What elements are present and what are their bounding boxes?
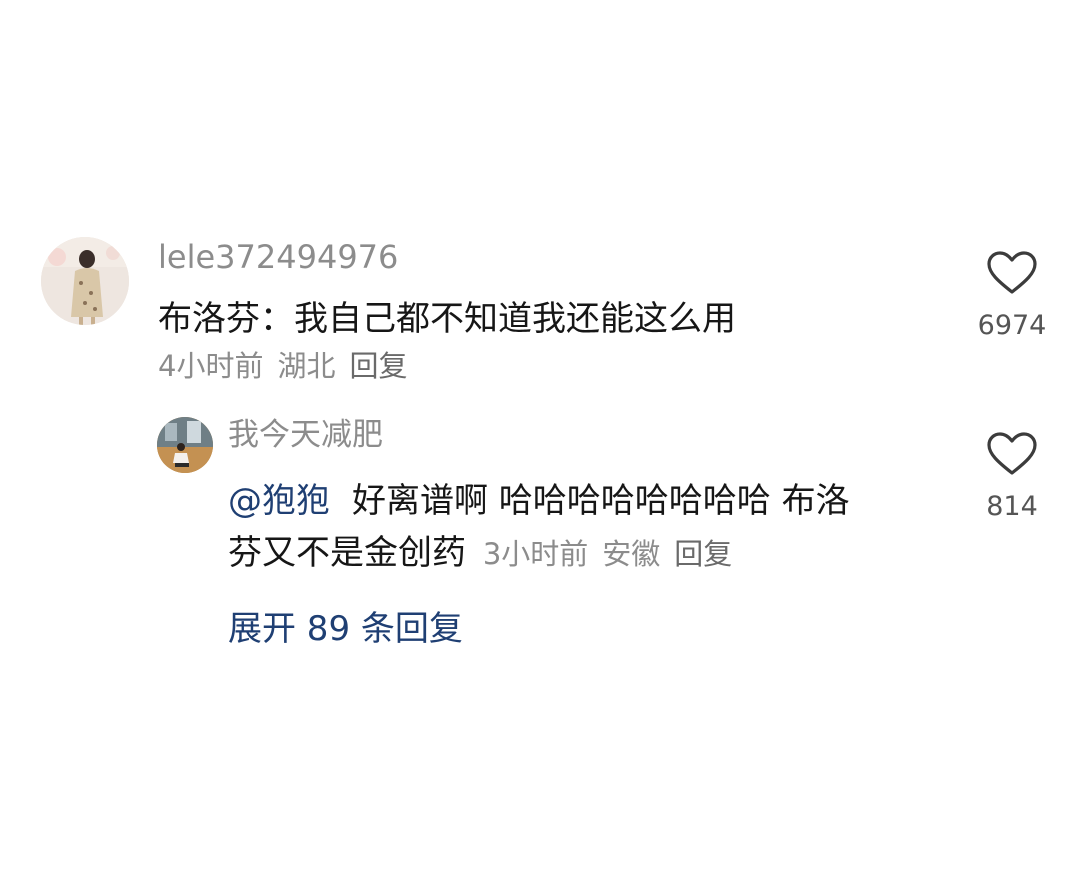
replier-avatar[interactable]	[157, 417, 213, 473]
reply-text-continued: 芬又不是金创药	[228, 533, 466, 573]
avatar-photo-icon	[157, 417, 213, 473]
commenter-username[interactable]: lele372494976	[158, 241, 398, 273]
replier-username[interactable]: 我今天减肥	[228, 420, 383, 451]
reply-meta: 3小时前 安徽 回复	[483, 537, 746, 571]
reply-location: 安徽	[602, 537, 661, 571]
reply-text-line1: @狍狍 好离谱啊 哈哈哈哈哈哈哈哈 布洛	[228, 476, 850, 526]
comment-location: 湖北	[277, 349, 336, 383]
reply-mention-link[interactable]: @狍狍	[228, 481, 330, 521]
comment-reply-button[interactable]: 回复	[349, 349, 407, 383]
reply-text-line2: 芬又不是金创药 3小时前 安徽 回复	[228, 528, 746, 578]
reply-reply-button[interactable]: 回复	[674, 537, 732, 571]
comment-text: 布洛芬：我自己都不知道我还能这么用	[158, 299, 736, 339]
reply-text: 好离谱啊 哈哈哈哈哈哈哈哈 布洛	[352, 481, 850, 521]
reply-like-button[interactable]	[986, 431, 1038, 477]
heart-outline-icon	[987, 432, 1037, 475]
reply-like-count: 814	[986, 491, 1038, 522]
comment-time: 4小时前	[158, 349, 264, 383]
comment-like-button[interactable]	[986, 250, 1038, 296]
comment-like-count: 6974	[977, 310, 1047, 341]
reply-time: 3小时前	[482, 537, 589, 571]
avatar-photo-icon	[41, 237, 129, 325]
heart-outline-icon	[987, 251, 1037, 294]
expand-replies-button[interactable]: 展开 89 条回复	[228, 612, 463, 646]
comment-meta: 4小时前 湖北 回复	[158, 352, 421, 381]
commenter-avatar[interactable]	[41, 237, 129, 325]
